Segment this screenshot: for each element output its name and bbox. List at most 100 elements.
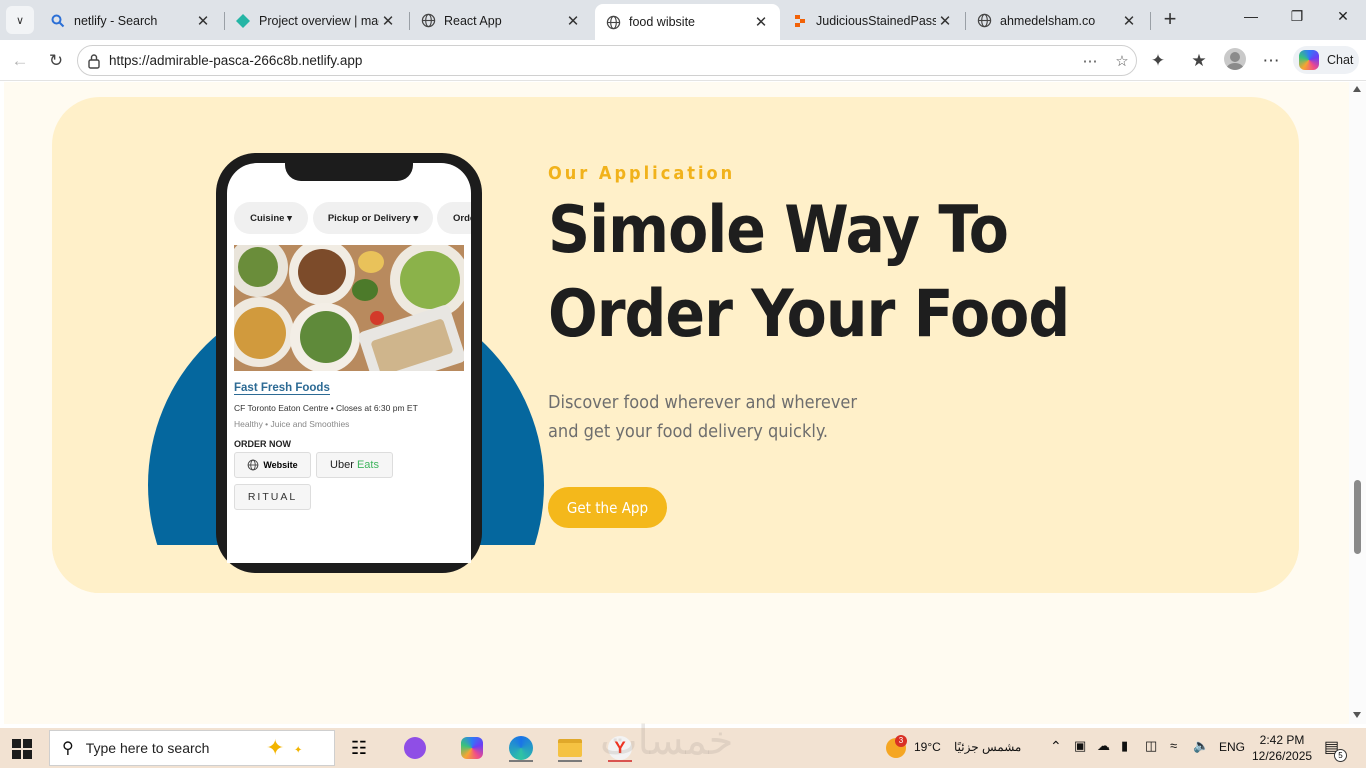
weather-badge: 3 [895,735,907,747]
windows-taskbar: ⚲ Type here to search ✦ ✦ ☷ Y خمسات 3 19… [0,718,1366,768]
page-scrollbar[interactable] [1349,82,1366,724]
restore-icon[interactable]: ❐ [1274,8,1320,32]
copilot-chat-button[interactable]: Chat [1293,46,1359,74]
chip-pickup-delivery: Pickup or Delivery ▾ [313,202,433,234]
meet-now-icon[interactable]: ▣ [1074,738,1086,754]
tab-title: React App [444,13,502,28]
restaurant-name: Fast Fresh Foods [234,382,330,395]
refresh-icon[interactable]: ↻ [43,48,69,74]
phone-notch [285,163,413,181]
tab-title: Project overview | mage [259,13,379,28]
scrollbar-thumb[interactable] [1354,480,1361,554]
task-view-icon[interactable]: ☷ [343,734,375,762]
favorite-star-icon[interactable]: ☆ [1112,51,1132,71]
active-indicator [558,760,582,762]
tab-react-app[interactable]: React App ✕ [410,4,592,37]
page-viewport: Cuisine ▾ Pickup or Delivery ▾ Orde [4,82,1349,724]
more-options-icon[interactable]: ⋯ [1258,48,1284,74]
lock-icon[interactable] [87,53,103,69]
onedrive-icon[interactable]: ☁ [1097,738,1110,754]
restaurant-address: CF Toronto Eaton Centre • Closes at 6:30… [234,403,418,413]
get-the-app-button[interactable]: Get the App [548,487,667,528]
replit-icon [792,13,808,29]
edge-browser-icon[interactable] [505,734,537,762]
back-arrow-icon[interactable]: ← [7,48,33,74]
browser-tab-strip: ∨ netlify - Search ✕ Project overview | … [0,0,1366,40]
alexa-icon[interactable] [399,734,431,762]
tab-project-overview[interactable]: Project overview | mage ✕ [225,4,407,37]
sparkle-small-icon: ✦ [294,745,303,756]
chat-label: Chat [1327,53,1354,67]
tab-netlify-search[interactable]: netlify - Search ✕ [40,4,222,37]
profile-avatar[interactable] [1224,48,1246,70]
tab-title: JudiciousStainedPasswo [816,13,936,28]
taskbar-search-box[interactable]: ⚲ Type here to search ✦ ✦ [49,730,335,766]
copilot-taskbar-icon[interactable] [456,734,488,762]
taskbar-search-placeholder: Type here to search [85,740,210,756]
chip-cuisine: Cuisine ▾ [234,202,308,234]
section-headline: Simole Way To Order Your Food [548,193,1070,352]
globe-icon [605,14,621,30]
globe-icon [247,459,259,471]
tab-ahmedelsham[interactable]: ahmedelsham.co ✕ [966,4,1148,37]
tab-food-wibsite[interactable]: food wibsite ✕ [595,4,780,40]
tab-title: ahmedelsham.co [1000,13,1096,28]
phone-screen: Cuisine ▾ Pickup or Delivery ▾ Orde [227,163,471,563]
weather-description[interactable]: مشمس جزئيًا [954,740,1021,754]
file-explorer-icon[interactable] [554,734,586,762]
clock-date: 12/26/2025 [1252,749,1313,763]
globe-icon [976,13,992,29]
weather-temperature[interactable]: 19°C [914,740,941,754]
sparkle-icon: ✦ [266,735,285,760]
tab-close-icon[interactable]: ✕ [752,13,770,31]
tab-title: netlify - Search [74,13,158,28]
order-ritual-button: RITUAL [234,484,311,510]
wifi-icon[interactable]: ≈ [1170,738,1177,753]
url-text[interactable]: https://admirable-pasca-266c8b.netlify.a… [109,53,362,68]
tab-close-icon[interactable]: ✕ [379,12,397,30]
search-icon: ⚲ [62,740,74,757]
copilot-icon [1299,50,1319,70]
tab-replit[interactable]: JudiciousStainedPasswo ✕ [782,4,964,37]
address-bar[interactable]: https://admirable-pasca-266c8b.netlify.a… [77,45,1137,76]
language-indicator[interactable]: ENG [1219,740,1245,754]
close-window-icon[interactable]: ✕ [1320,8,1366,32]
tab-close-icon[interactable]: ✕ [1120,12,1138,30]
tab-separator [1150,12,1151,30]
chip-order: Orde [437,202,471,234]
app-promo-section: Cuisine ▾ Pickup or Delivery ▾ Orde [52,97,1299,593]
tab-close-icon[interactable]: ✕ [194,12,212,30]
tab-close-icon[interactable]: ✕ [936,12,954,30]
section-eyebrow: Our Application [548,163,736,184]
extensions-puzzle-icon[interactable]: ✦ [1145,48,1171,74]
browser-toolbar: ← ↻ https://admirable-pasca-266c8b.netli… [0,40,1366,81]
tab-title: food wibsite [629,15,696,29]
volume-icon[interactable]: 🔈 [1193,738,1209,754]
order-now-label: ORDER NOW [234,439,291,449]
phone-mockup: Cuisine ▾ Pickup or Delivery ▾ Orde [216,153,482,573]
order-ubereats-button: Uber Eats [316,452,393,478]
watermark-text: خمسات [600,718,734,764]
globe-icon [420,13,436,29]
order-website-button: Website [234,452,311,478]
read-aloud-icon[interactable]: ⋯ [1080,51,1100,71]
tab-actions-chevron-icon[interactable]: ∨ [6,6,34,34]
search-icon [50,13,66,29]
new-tab-plus-icon[interactable]: + [1158,8,1182,32]
clock-time: 2:42 PM [1259,733,1305,747]
food-bowls-image [234,245,464,371]
system-clock[interactable]: 2:42 PM 12/26/2025 [1252,732,1312,764]
battery-icon[interactable]: ▮ [1121,738,1128,754]
favorites-icon[interactable]: ★ [1186,48,1212,74]
hidden-icons-chevron-icon[interactable]: ⌃ [1050,738,1062,755]
notification-count: 5 [1334,749,1347,762]
restaurant-tags: Healthy • Juice and Smoothies [234,419,350,429]
minimize-icon[interactable]: — [1228,8,1274,32]
active-indicator [509,760,533,762]
tab-close-icon[interactable]: ✕ [564,12,582,30]
section-description: Discover food wherever and wherever and … [548,392,858,442]
storage-icon[interactable]: ◫ [1145,738,1157,754]
windows-start-icon[interactable] [12,739,32,759]
scroll-up-arrow-icon[interactable] [1353,86,1361,92]
scroll-down-arrow-icon[interactable] [1353,712,1361,718]
